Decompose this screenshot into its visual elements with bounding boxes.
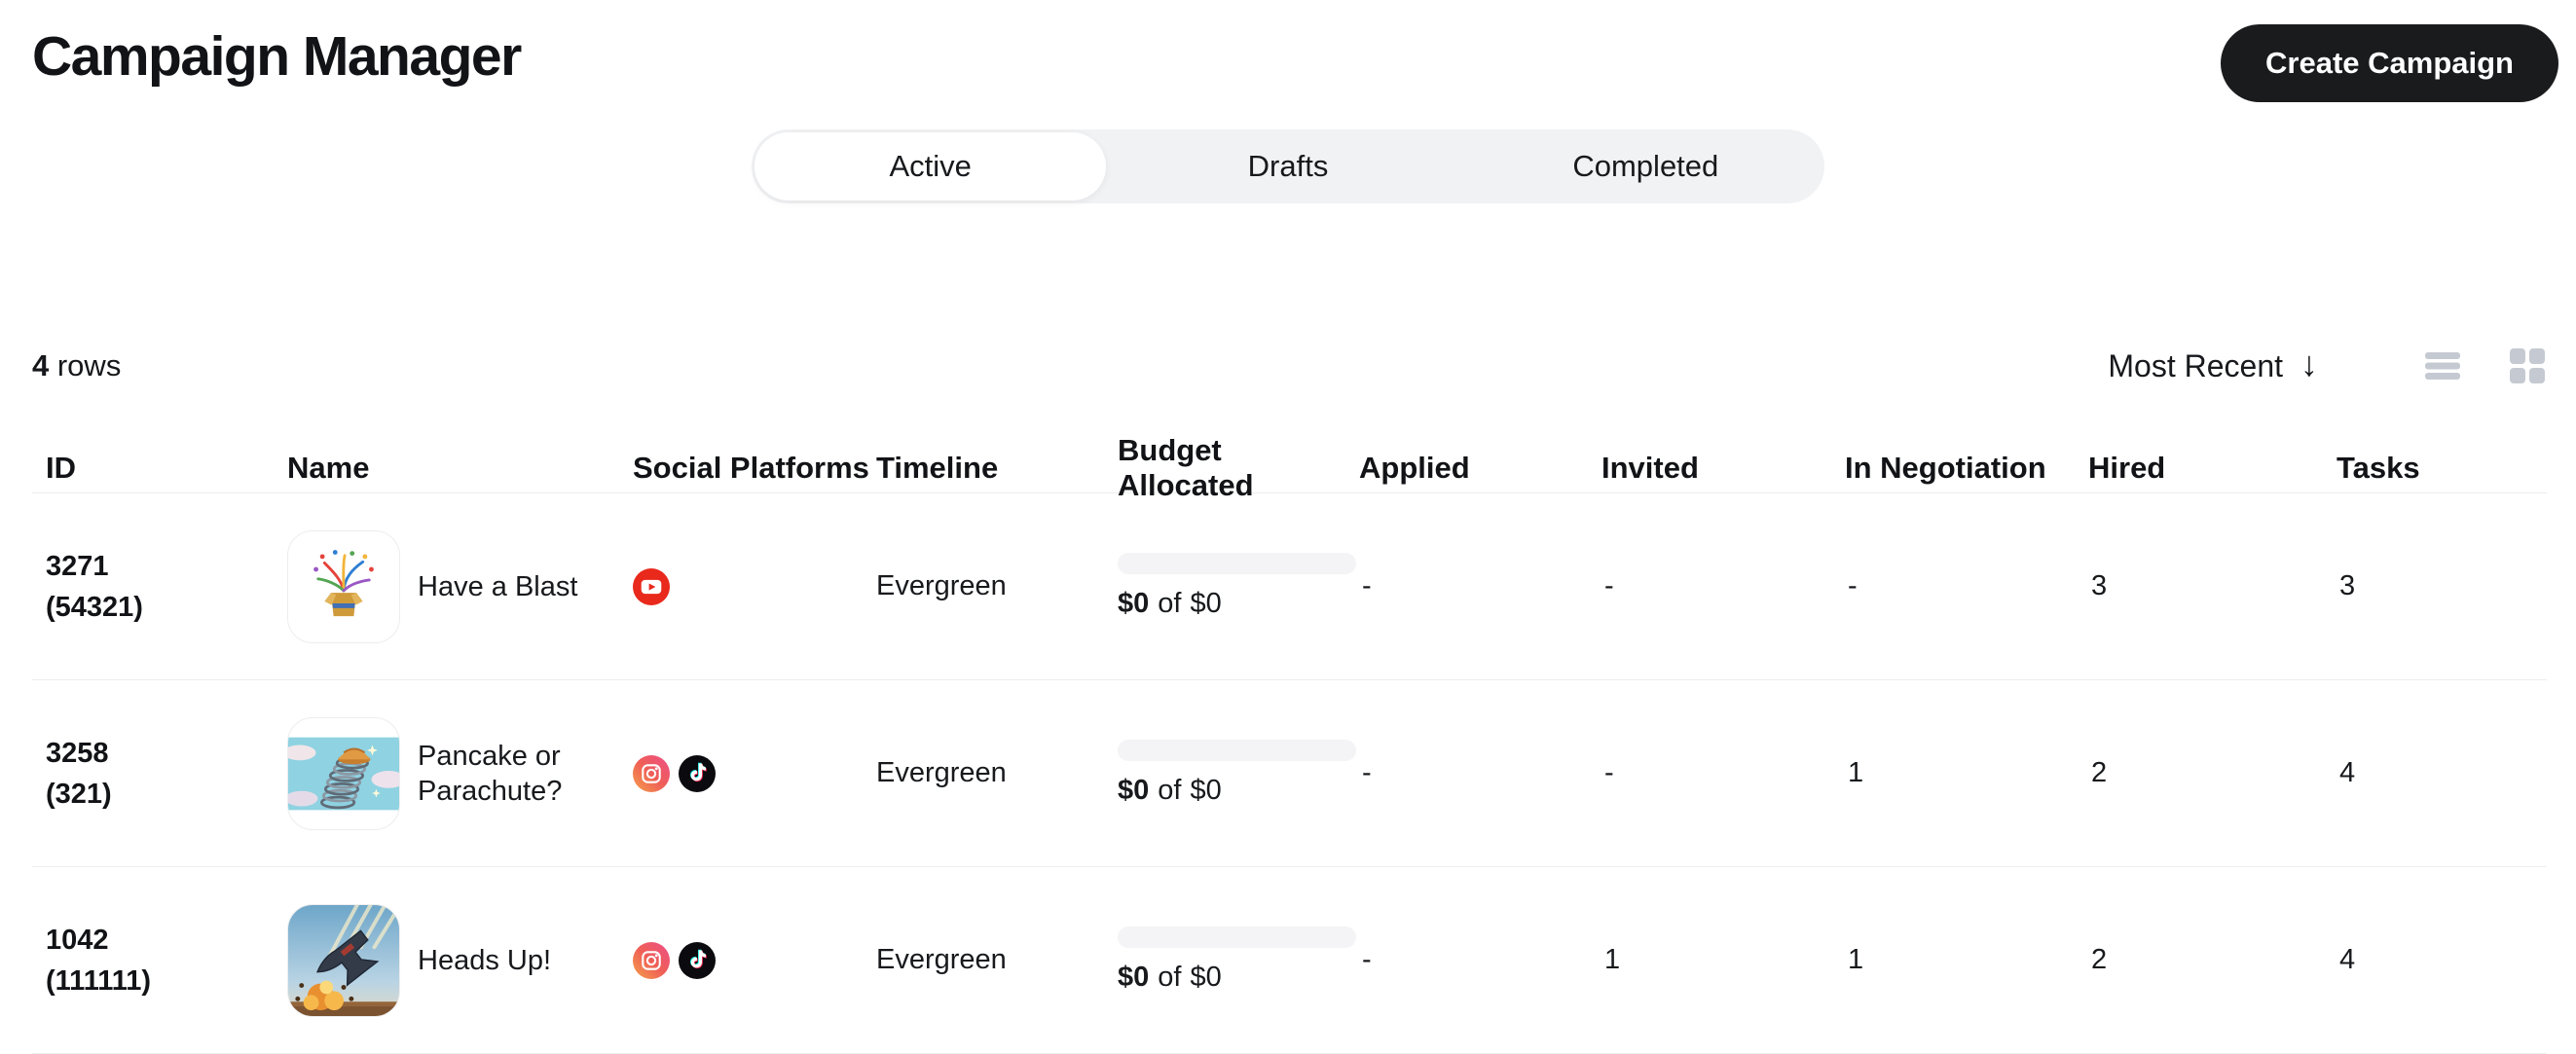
applied-value: - [1362, 944, 1372, 975]
budget-total: $0 [1190, 775, 1222, 806]
campaign-id: 1042 (111111) [32, 920, 287, 1001]
budget-spent: $0 [1118, 588, 1150, 619]
hired-value: 2 [2091, 757, 2108, 788]
instagram-icon [633, 941, 670, 979]
list-view-button[interactable] [2423, 350, 2462, 382]
campaign-name: Have a Blast [418, 570, 578, 602]
table-toolbar: 4 rows Most Recent ↓ [32, 343, 2546, 389]
campaigns-table: ID Name Social Platforms Timeline Budget… [32, 433, 2547, 1054]
row-count-suffix: rows [49, 348, 122, 382]
campaign-name-cell: Pancake or Parachute? [287, 716, 633, 830]
applied-value: - [1362, 570, 1372, 601]
budget-separator: of [1158, 588, 1182, 619]
column-header-applied: Applied [1359, 451, 1470, 485]
instagram-icon [633, 754, 670, 792]
create-campaign-button[interactable]: Create Campaign [2221, 24, 2558, 102]
table-row[interactable]: 1042 (111111) Heads Up! Evergreen $0 of … [32, 867, 2547, 1054]
sort-label: Most Recent [2108, 347, 2283, 383]
budget-total: $0 [1190, 588, 1222, 619]
toolbar-right: Most Recent ↓ [2108, 344, 2546, 386]
campaign-id-main: 1042 [46, 924, 109, 956]
confetti-box-illustration [313, 550, 374, 617]
budget-separator: of [1158, 775, 1182, 806]
budget-separator: of [1158, 962, 1182, 993]
campaign-id: 3271 (54321) [32, 546, 287, 628]
grid-view-button[interactable] [2509, 347, 2546, 384]
budget-total: $0 [1190, 962, 1222, 993]
social-platforms-cell [633, 754, 876, 792]
hired-value: 2 [2091, 944, 2108, 975]
campaign-id-main: 3271 [46, 550, 109, 582]
in-negotiation-value: 1 [1848, 944, 1864, 975]
budget-cell: $0 of $0 [1118, 553, 1359, 620]
tasks-value: 3 [2339, 570, 2356, 601]
column-header-hired: Hired [2088, 451, 2166, 485]
column-header-tasks: Tasks [2337, 451, 2420, 485]
invited-value: - [1604, 757, 1614, 788]
column-header-budget-allocated: Budget Allocated [1118, 433, 1254, 502]
column-header-invited: Invited [1601, 451, 1699, 485]
timeline-value: Evergreen [876, 944, 1007, 975]
budget-spent: $0 [1118, 962, 1150, 993]
table-header-row: ID Name Social Platforms Timeline Budget… [32, 433, 2547, 502]
in-negotiation-value: 1 [1848, 757, 1864, 788]
sort-arrow-down-icon: ↓ [2300, 344, 2318, 383]
tiktok-icon [679, 941, 716, 979]
invited-value: - [1604, 570, 1614, 601]
campaign-name: Pancake or Parachute? [418, 740, 563, 807]
budget-cell: $0 of $0 [1118, 740, 1359, 807]
budget-progress-bar [1118, 553, 1356, 574]
sort-control[interactable]: Most Recent ↓ [2108, 344, 2318, 386]
budget-progress-bar [1118, 927, 1356, 948]
column-header-timeline: Timeline [876, 451, 999, 485]
invited-value: 1 [1604, 944, 1621, 975]
budget-progress-bar [1118, 740, 1356, 761]
column-header-in-negotiation: In Negotiation [1845, 451, 2046, 485]
youtube-icon [633, 567, 670, 605]
applied-value: - [1362, 757, 1372, 788]
slinky-pancake-illustration [288, 737, 399, 810]
campaign-id-sub: (111111) [46, 964, 152, 997]
budget-spent: $0 [1118, 775, 1150, 806]
social-platforms-cell [633, 941, 876, 979]
tiktok-icon [679, 754, 716, 792]
campaign-id-main: 3258 [46, 737, 109, 769]
tab-drafts[interactable]: Drafts [1109, 129, 1466, 203]
budget-text: $0 of $0 [1118, 775, 1359, 807]
campaign-id-sub: (321) [46, 778, 112, 810]
hired-value: 3 [2091, 570, 2108, 601]
budget-cell: $0 of $0 [1118, 927, 1359, 994]
campaign-thumbnail [287, 716, 400, 830]
campaign-name-cell: Heads Up! [287, 903, 633, 1017]
campaign-thumbnail [287, 529, 400, 643]
table-row[interactable]: 3271 (54321) Have a Blast Evergreen $0 o… [32, 493, 2547, 680]
list-view-icon [2425, 352, 2460, 380]
tasks-value: 4 [2339, 944, 2356, 975]
in-negotiation-value: - [1848, 570, 1858, 601]
campaign-thumbnail [287, 903, 400, 1017]
campaign-id: 3258 (321) [32, 733, 287, 815]
campaign-name-cell: Have a Blast [287, 529, 633, 643]
campaign-id-sub: (54321) [46, 591, 143, 623]
tab-active[interactable]: Active [752, 129, 1109, 203]
column-header-social-platforms: Social Platforms [633, 451, 869, 485]
column-header-id: ID [46, 451, 76, 485]
tasks-value: 4 [2339, 757, 2356, 788]
falling-anvil-illustration [288, 904, 399, 1016]
table-row[interactable]: 3258 (321) Pancake or Parachute? Evergre… [32, 680, 2547, 867]
row-count-number: 4 [32, 348, 50, 382]
status-tab-bar: Active Drafts Completed [752, 129, 1824, 203]
column-header-name: Name [287, 451, 370, 485]
timeline-value: Evergreen [876, 570, 1007, 601]
campaign-name: Heads Up! [418, 944, 552, 976]
budget-text: $0 of $0 [1118, 962, 1359, 994]
campaign-manager-page: Campaign Manager Create Campaign Active … [0, 0, 2576, 1054]
timeline-value: Evergreen [876, 757, 1007, 788]
social-platforms-cell [633, 567, 876, 605]
page-title: Campaign Manager [32, 25, 522, 88]
row-count: 4 rows [32, 348, 121, 383]
budget-text: $0 of $0 [1118, 588, 1359, 620]
grid-view-icon [2510, 348, 2545, 383]
tab-completed[interactable]: Completed [1467, 129, 1824, 203]
